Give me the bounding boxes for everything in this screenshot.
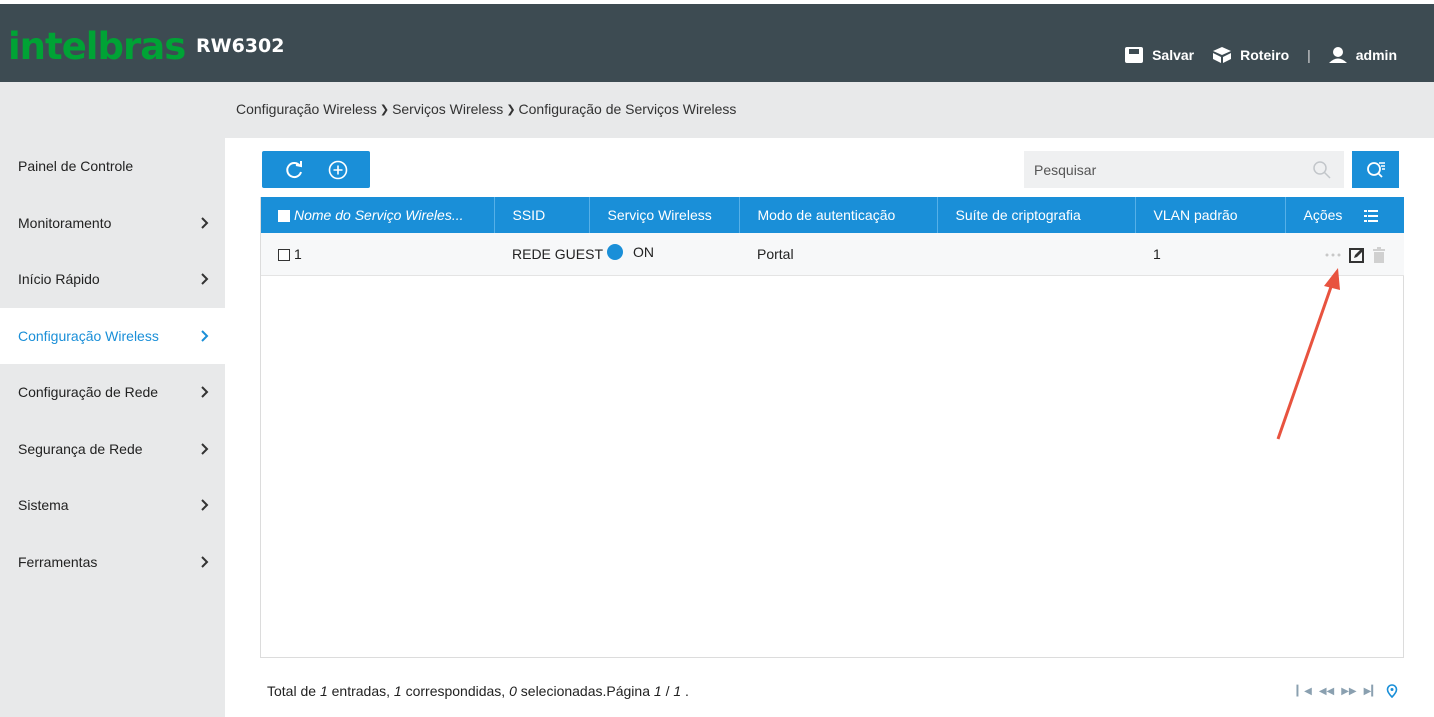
next-page-icon[interactable]: ▶▶ (1341, 686, 1356, 697)
refresh-icon (286, 160, 302, 178)
chevron-right-icon (201, 499, 209, 511)
sidebar-item-label: Sistema (18, 497, 69, 514)
add-button[interactable] (327, 159, 349, 181)
sidebar-item-ferramentas[interactable]: Ferramentas (0, 534, 225, 591)
save-button[interactable]: Salvar (1124, 46, 1194, 64)
search-input[interactable] (1034, 161, 1294, 178)
search-icon[interactable] (1312, 160, 1332, 180)
top-bar: intelbras RW6302 Salvar Roteiro | admin (0, 0, 1434, 82)
table-summary: Total de 1 entradas, 1 correspondidas, 0… (267, 683, 689, 699)
breadcrumb-bar: Configuração Wireless ❯ Serviços Wireles… (0, 82, 1434, 138)
sidebar-item-label: Configuração Wireless (18, 327, 159, 344)
delete-icon[interactable] (1373, 247, 1385, 264)
refresh-button[interactable] (283, 159, 305, 181)
cell-service: ON (589, 233, 739, 275)
sidebar-item-label: Monitoramento (18, 214, 112, 231)
column-header-ssid[interactable]: SSID (494, 197, 590, 233)
breadcrumb-item[interactable]: Serviços Wireless (392, 101, 503, 117)
column-header-service[interactable]: Serviço Wireless (589, 197, 740, 233)
selected-count: 0 (509, 683, 517, 699)
summary-text: selecionadas.Página (516, 683, 654, 699)
sidebar-item-label: Ferramentas (18, 553, 98, 570)
header-separator: | (1307, 47, 1311, 63)
column-header-name[interactable]: Nome do Serviço Wireles... (294, 197, 495, 233)
sidebar-item-label: Configuração de Rede (18, 384, 159, 401)
column-header-vlan[interactable]: VLAN padrão (1135, 197, 1286, 233)
total-pages: 1 (673, 683, 682, 699)
more-icon[interactable] (1325, 253, 1341, 257)
matched-count: 1 (393, 683, 402, 699)
annotation-arrow-icon (1276, 268, 1340, 440)
sidebar: Painel de Controle Monitoramento Início … (0, 138, 225, 717)
chevron-right-icon (201, 386, 209, 398)
sidebar-item-sistema[interactable]: Sistema (0, 477, 225, 534)
column-header-crypto[interactable]: Suíte de criptografia (937, 197, 1136, 233)
table-row[interactable]: 1 REDE GUEST ON Portal 1 (261, 233, 1404, 275)
prev-page-icon[interactable]: ◀◀ (1319, 686, 1334, 697)
chevron-right-icon (201, 217, 209, 229)
sidebar-item-inicio-rapido[interactable]: Início Rápido (0, 251, 225, 308)
column-list-icon[interactable] (1364, 210, 1379, 223)
summary-text: / (661, 683, 674, 699)
search-box (1024, 151, 1344, 188)
save-icon (1125, 47, 1144, 63)
top-actions: Salvar Roteiro | admin (1124, 46, 1397, 64)
chevron-right-icon (201, 443, 209, 455)
actions-header-label: Ações (1303, 207, 1343, 223)
user-menu[interactable]: admin (1328, 46, 1397, 64)
chevron-right-icon (201, 556, 209, 568)
sidebar-item-label: Segurança de Rede (18, 440, 143, 457)
first-page-icon[interactable]: ▎◀ (1296, 686, 1311, 697)
roadmap-button[interactable]: Roteiro (1212, 46, 1289, 64)
sidebar-item-monitoramento[interactable]: Monitoramento (0, 195, 225, 252)
cell-auth: Portal (757, 245, 794, 262)
intelbras-logo: intelbras (8, 25, 186, 68)
sidebar-item-label: Início Rápido (18, 271, 100, 288)
sidebar-item-painel-de-controle[interactable]: Painel de Controle (0, 138, 225, 195)
breadcrumb-item: Configuração de Serviços Wireless (518, 101, 737, 117)
user-label: admin (1355, 47, 1397, 63)
chevron-right-icon (201, 273, 209, 285)
summary-text: correspondidas, (401, 683, 510, 699)
toolbar (262, 151, 370, 188)
breadcrumb-item[interactable]: Configuração Wireless (236, 101, 377, 117)
select-all-checkbox[interactable] (278, 210, 290, 223)
cell-vlan: 1 (1153, 245, 1161, 262)
total-count: 1 (319, 683, 328, 699)
advanced-search-button[interactable] (1352, 151, 1399, 188)
chevron-right-icon (201, 330, 209, 342)
device-model: RW6302 (196, 35, 285, 57)
summary-text: entradas, (327, 683, 394, 699)
sidebar-item-configuracao-wireless[interactable]: Configuração Wireless (0, 307, 225, 364)
filter-search-icon (1366, 161, 1385, 178)
table-header-row: Nome do Serviço Wireles... SSID Serviço … (261, 197, 1404, 233)
column-header-actions: Ações (1285, 197, 1404, 233)
edit-icon[interactable] (1349, 247, 1365, 264)
location-pin-icon[interactable] (1386, 684, 1398, 698)
box-icon (1213, 47, 1232, 63)
add-icon (328, 160, 348, 179)
breadcrumb-arrow-icon: ❯ (379, 103, 390, 116)
cell-ssid: REDE GUEST (512, 245, 604, 262)
cell-name: 1 (294, 245, 302, 262)
last-page-icon[interactable]: ▶▎ (1364, 686, 1379, 697)
sidebar-item-label: Painel de Controle (18, 158, 134, 175)
status-on-icon[interactable] (607, 244, 623, 261)
column-header-auth[interactable]: Modo de autenticação (739, 197, 938, 233)
summary-text: Total de (267, 683, 320, 699)
services-table: Nome do Serviço Wireles... SSID Serviço … (260, 197, 1404, 658)
current-page: 1 (653, 683, 662, 699)
pagination: ▎◀ ◀◀ ▶▶ ▶▎ (1296, 684, 1398, 698)
summary-text: . (681, 683, 689, 699)
save-label: Salvar (1152, 47, 1195, 63)
cell-crypto (937, 233, 1135, 275)
roadmap-label: Roteiro (1240, 47, 1290, 63)
row-checkbox[interactable] (278, 249, 290, 262)
user-icon (1328, 47, 1347, 63)
breadcrumb-arrow-icon: ❯ (506, 103, 516, 116)
breadcrumb: Configuração Wireless ❯ Serviços Wireles… (236, 101, 736, 117)
sidebar-item-configuracao-de-rede[interactable]: Configuração de Rede (0, 364, 225, 421)
sidebar-item-seguranca-de-rede[interactable]: Segurança de Rede (0, 421, 225, 478)
service-status-label: ON (633, 244, 654, 261)
